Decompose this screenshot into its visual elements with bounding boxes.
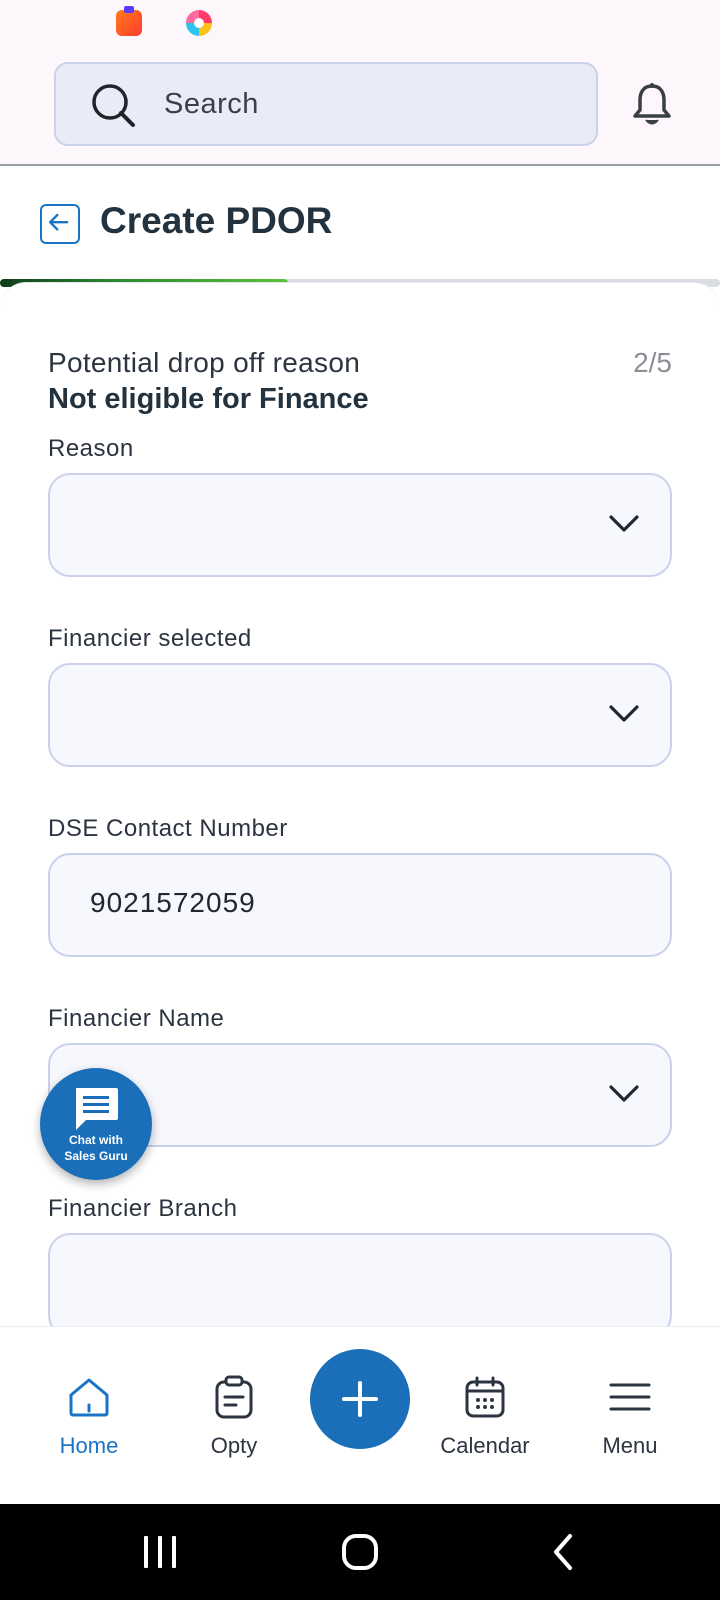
recent-apps-icon[interactable] xyxy=(140,1532,180,1572)
bottom-nav: Home Opty Calendar Menu xyxy=(0,1326,720,1504)
home-icon xyxy=(69,1378,109,1417)
plus-icon xyxy=(342,1381,378,1417)
page-title: Create PDOR xyxy=(100,200,333,241)
hamburger-icon xyxy=(609,1383,651,1411)
financier-selected-dropdown[interactable] xyxy=(48,663,672,767)
chat-label-line2: Sales Guru xyxy=(64,1149,128,1163)
app-notification-icon xyxy=(116,6,142,36)
nav-opty-label: Opty xyxy=(210,1433,258,1458)
chevron-down-icon xyxy=(609,515,639,532)
search-icon xyxy=(92,84,135,127)
search-placeholder: Search xyxy=(164,88,259,120)
reason-dropdown[interactable] xyxy=(48,473,672,577)
add-button[interactable] xyxy=(310,1349,410,1449)
status-bar xyxy=(0,0,720,48)
nav-menu[interactable]: Menu xyxy=(565,1327,695,1505)
back-arrow-icon xyxy=(48,213,69,231)
search-input[interactable]: Search xyxy=(54,62,598,146)
section-value: Not eligible for Finance xyxy=(48,383,369,415)
app-notification-icon xyxy=(186,10,212,36)
step-counter: 2/5 xyxy=(633,347,672,378)
clipboard-icon xyxy=(215,1375,253,1419)
bell-icon[interactable] xyxy=(632,82,672,128)
dse-contact-field[interactable]: 9021572059 xyxy=(48,853,672,957)
financier-name-label: Financier Name xyxy=(48,1005,225,1032)
financier-branch-field[interactable] xyxy=(48,1233,672,1330)
nav-calendar-label: Calendar xyxy=(440,1433,530,1458)
chevron-down-icon xyxy=(609,1085,639,1102)
dse-contact-label: DSE Contact Number xyxy=(48,815,288,842)
chat-bubble-icon xyxy=(76,1088,118,1130)
top-header: Search xyxy=(0,48,720,166)
system-nav-bar xyxy=(0,1504,720,1600)
section-label: Potential drop off reason xyxy=(48,347,361,378)
chevron-down-icon xyxy=(609,705,639,722)
chat-sales-guru-button[interactable]: Chat with Sales Guru xyxy=(40,1068,152,1180)
home-circle-icon[interactable] xyxy=(340,1532,380,1572)
calendar-icon xyxy=(465,1376,505,1418)
nav-opty[interactable]: Opty xyxy=(169,1327,299,1505)
nav-calendar[interactable]: Calendar xyxy=(420,1327,550,1505)
nav-menu-label: Menu xyxy=(602,1433,658,1458)
back-button[interactable] xyxy=(40,204,80,244)
back-chevron-icon[interactable] xyxy=(544,1532,584,1572)
financier-selected-label: Financier selected xyxy=(48,625,252,652)
financier-branch-label: Financier Branch xyxy=(48,1195,238,1222)
chat-label-line1: Chat with xyxy=(69,1133,123,1147)
nav-home[interactable]: Home xyxy=(24,1327,154,1505)
nav-home-label: Home xyxy=(59,1433,119,1458)
title-row: Create PDOR xyxy=(0,168,720,278)
dse-contact-value: 9021572059 xyxy=(90,887,256,918)
reason-label: Reason xyxy=(48,435,134,462)
